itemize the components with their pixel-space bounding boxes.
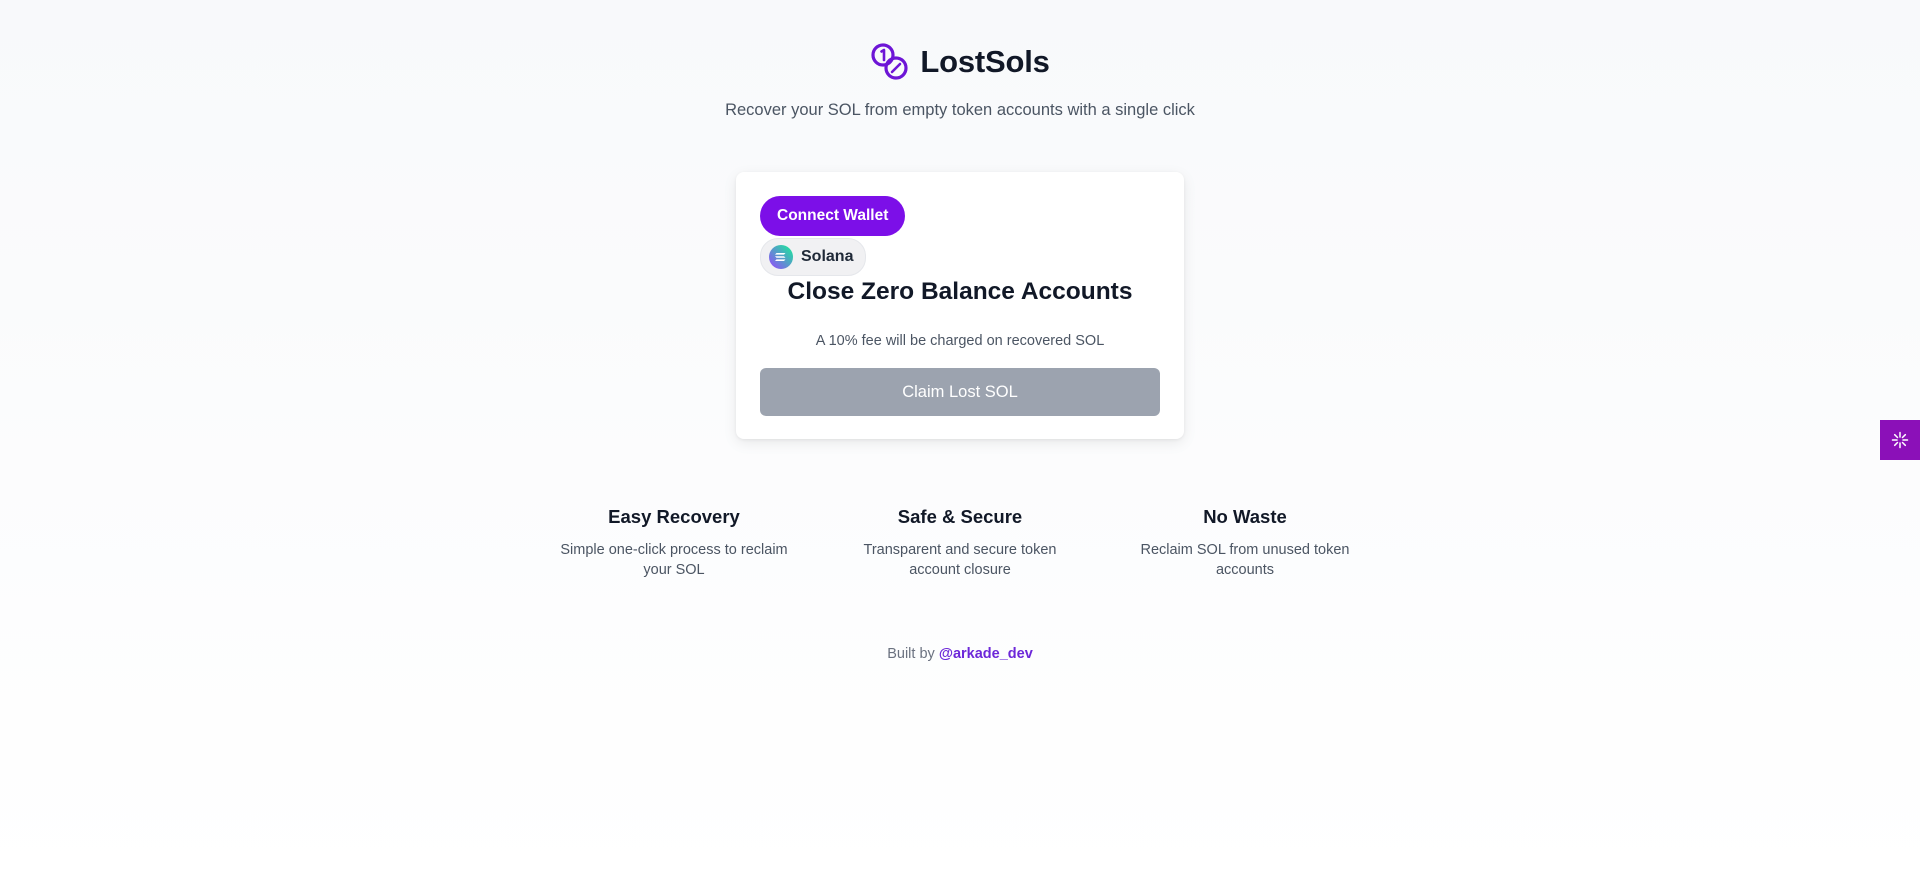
feature-easy-recovery: Easy Recovery Simple one-click process t… xyxy=(559,506,789,580)
card-title: Close Zero Balance Accounts xyxy=(787,278,1133,305)
feature-safe-secure: Safe & Secure Transparent and secure tok… xyxy=(845,506,1075,580)
author-link[interactable]: @arkade_dev xyxy=(939,646,1033,662)
header: LostSols xyxy=(0,42,1920,82)
tagline: Recover your SOL from empty token accoun… xyxy=(725,101,1195,119)
feature-title: Safe & Secure xyxy=(897,506,1023,527)
solana-icon xyxy=(769,245,793,269)
claim-card: Connect Wallet Solana Close Zero Balance… xyxy=(736,172,1184,439)
fee-note: A 10% fee will be charged on recovered S… xyxy=(815,333,1105,349)
brand-name: LostSols xyxy=(920,44,1050,79)
connect-wallet-button[interactable]: Connect Wallet xyxy=(760,196,906,236)
network-selector[interactable]: Solana xyxy=(760,238,867,276)
feature-description: Reclaim SOL from unused token accounts xyxy=(1140,542,1350,578)
claim-lost-sol-button[interactable]: Claim Lost SOL xyxy=(760,368,1160,416)
network-label: Solana xyxy=(801,248,854,265)
side-widget-button[interactable] xyxy=(1880,420,1920,460)
linked-coins-icon xyxy=(871,43,908,80)
sparkle-icon xyxy=(1891,431,1909,449)
footer-prefix: Built by xyxy=(887,646,935,662)
footer: Built by @arkade_dev xyxy=(0,646,1920,662)
feature-no-waste: No Waste Reclaim SOL from unused token a… xyxy=(1130,506,1360,580)
feature-title: Easy Recovery xyxy=(608,506,740,527)
feature-description: Simple one-click process to reclaim your… xyxy=(560,542,788,578)
page: LostSols Recover your SOL from empty tok… xyxy=(0,0,1920,885)
feature-description: Transparent and secure token account clo… xyxy=(863,542,1057,578)
feature-title: No Waste xyxy=(1203,506,1287,527)
